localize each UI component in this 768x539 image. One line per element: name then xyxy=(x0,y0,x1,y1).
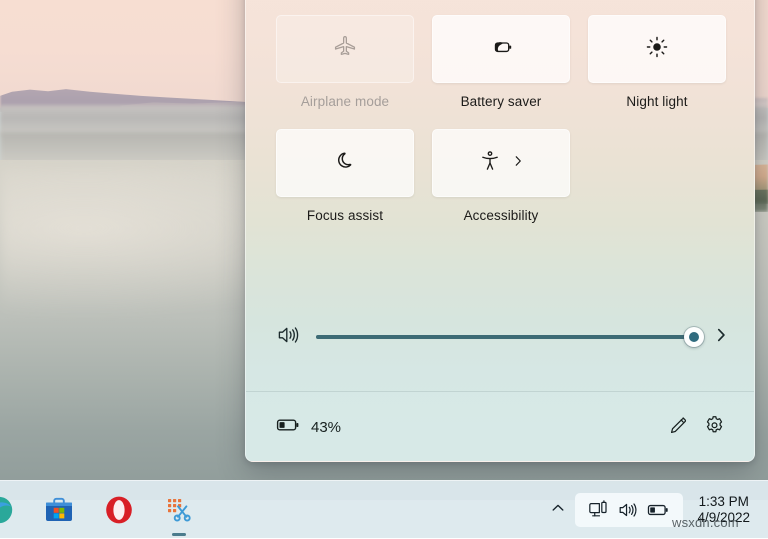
tile-airplane-mode: Airplane mode xyxy=(276,15,414,109)
clock-date: 4/9/2022 xyxy=(697,510,750,526)
taskbar-app-opera[interactable] xyxy=(98,489,140,531)
battery-icon[interactable] xyxy=(647,501,671,519)
tile-accessibility-label: Accessibility xyxy=(464,208,539,223)
tile-battery-saver: Battery saver xyxy=(432,15,570,109)
tray-status-button[interactable] xyxy=(575,493,683,527)
airplane-icon xyxy=(332,34,358,65)
all-settings-button[interactable] xyxy=(696,410,732,446)
moon-icon xyxy=(332,148,358,179)
volume-slider-thumb[interactable] xyxy=(684,327,704,347)
pencil-icon xyxy=(667,414,689,441)
night-light-icon xyxy=(644,34,670,65)
taskbar-app-microsoft-store[interactable] xyxy=(38,489,80,531)
network-icon[interactable] xyxy=(587,500,609,520)
tile-airplane-mode-button[interactable] xyxy=(276,15,414,83)
volume-slider[interactable] xyxy=(316,323,698,351)
taskbar-app-edge[interactable] xyxy=(0,489,20,531)
battery-saver-icon xyxy=(487,33,515,66)
tray-overflow-button[interactable] xyxy=(543,491,573,529)
chevron-right-icon[interactable] xyxy=(511,154,525,173)
chevron-right-icon[interactable] xyxy=(712,326,730,349)
tile-airplane-mode-label: Airplane mode xyxy=(301,94,389,109)
taskbar-app-active-indicator xyxy=(172,533,186,536)
system-tray: 1:33 PM 4/9/2022 xyxy=(543,481,760,539)
tile-focus-assist: Focus assist xyxy=(276,129,414,223)
tile-night-light-button[interactable] xyxy=(588,15,726,83)
tile-night-light-label: Night light xyxy=(626,94,687,109)
tile-focus-assist-label: Focus assist xyxy=(307,208,383,223)
volume-slider-fill xyxy=(316,335,694,339)
tile-night-light: Night light xyxy=(588,15,726,109)
gear-icon xyxy=(703,414,726,442)
volume-icon[interactable] xyxy=(617,500,639,520)
tile-accessibility-button[interactable] xyxy=(432,129,570,197)
battery-status[interactable]: 43% xyxy=(276,416,341,439)
taskbar-app-list xyxy=(0,481,200,539)
quick-settings-panel: Airplane mode Battery saver xyxy=(245,0,755,462)
battery-43-icon xyxy=(276,416,302,439)
tile-focus-assist-button[interactable] xyxy=(276,129,414,197)
chevron-up-icon xyxy=(550,500,566,521)
tile-accessibility: Accessibility xyxy=(432,129,570,223)
quick-settings-footer: 43% xyxy=(246,392,755,462)
edit-quick-settings-button[interactable] xyxy=(660,410,696,446)
volume-high-icon[interactable] xyxy=(276,323,302,352)
clock-time: 1:33 PM xyxy=(699,494,749,510)
taskbar: 1:33 PM 4/9/2022 xyxy=(0,480,768,538)
taskbar-clock[interactable]: 1:33 PM 4/9/2022 xyxy=(685,490,760,531)
accessibility-icon xyxy=(478,149,502,178)
volume-slider-row xyxy=(246,313,755,361)
tile-battery-saver-button[interactable] xyxy=(432,15,570,83)
battery-percent-label: 43% xyxy=(311,419,341,436)
quick-settings-tile-grid: Airplane mode Battery saver xyxy=(276,15,726,223)
tile-battery-saver-label: Battery saver xyxy=(461,94,542,109)
taskbar-app-snipping-tool[interactable] xyxy=(158,489,200,531)
